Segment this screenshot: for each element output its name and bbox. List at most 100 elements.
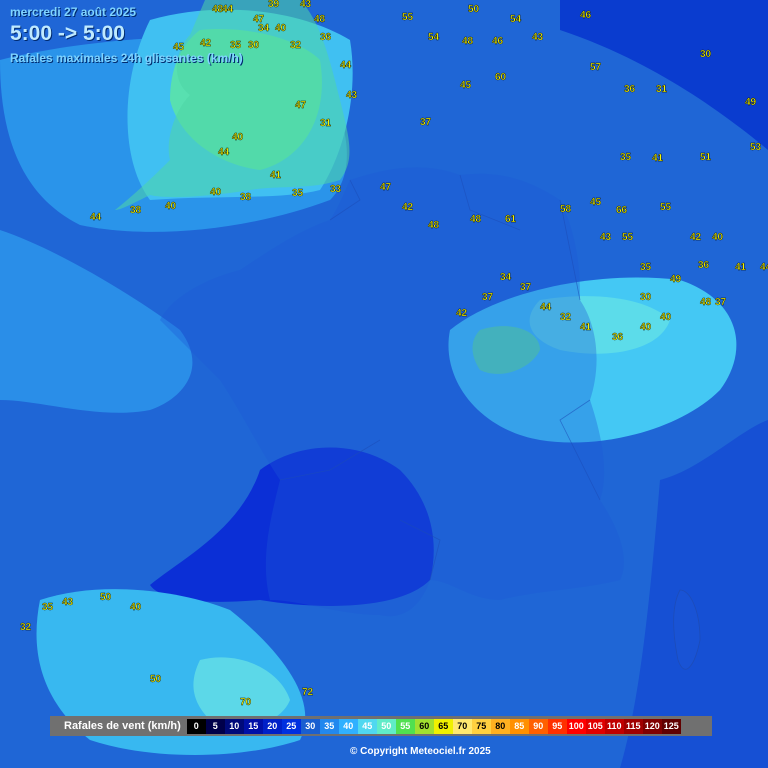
station-value: 49 [745,97,757,108]
station-value: 37 [420,117,432,128]
station-value: 55 [402,12,414,23]
station-value: 60 [495,72,507,83]
station-value: 48 [462,36,474,47]
station-value: 46 [580,10,592,21]
station-value: 48 [700,297,712,308]
legend-cell: 30 [300,718,320,734]
station-value: 42 [402,202,414,213]
legend-title: Rafales de vent (km/h) [64,720,181,732]
legend-cell: 20 [262,718,282,734]
station-value: 35 [42,602,54,613]
station-value: 44 [340,60,352,71]
legend-cell: 25 [281,718,301,734]
legend-cell: 125 [661,718,681,734]
station-value: 61 [505,214,517,225]
station-value: 51 [700,152,712,163]
station-value: 47 [380,182,392,193]
legend-cell: 105 [585,718,605,734]
legend-cell: 95 [547,718,567,734]
station-value: 40 [130,602,142,613]
station-value: 42 [200,38,212,49]
station-value: 43 [532,32,544,43]
station-value: 36 [698,260,710,271]
station-value: 40 [640,322,652,333]
station-value: 46 [492,36,504,47]
station-value: 58 [560,204,572,215]
station-value: 37 [715,297,727,308]
station-value: 38 [240,192,252,203]
station-value: 47 [295,100,307,111]
station-value: 42 [456,308,468,319]
station-value: 31 [320,118,332,129]
map-subtitle: Rafales maximales 24h glissantes (km/h) [10,51,243,65]
legend-cell: 100 [566,718,586,734]
legend-cell: 0 [186,718,206,734]
legend-cell: 115 [623,718,643,734]
station-value: 36 [320,32,332,43]
legend-cell: 120 [642,718,662,734]
map-date: mercredi 27 août 2025 [10,5,137,19]
station-value: 45 [590,197,602,208]
legend-cell: 10 [224,718,244,734]
station-value: 57 [590,62,602,73]
station-value: 49 [670,274,682,285]
station-value: 30 [640,292,652,303]
legend-cell: 60 [414,718,434,734]
map-time-range: 5:00 -> 5:00 [10,22,125,45]
station-value: 72 [302,687,314,698]
legend-cell: 90 [528,718,548,734]
station-value: 41 [580,322,592,333]
legend-cell: 5 [205,718,225,734]
station-value: 35 [640,262,652,273]
station-value: 35 [620,152,632,163]
station-value: 31 [656,84,668,95]
station-value: 66 [616,205,628,216]
station-value: 30 [700,49,712,60]
station-value: 41 [735,262,747,273]
station-value: 32 [290,40,302,51]
station-value: 40 [660,312,672,323]
legend-cell: 65 [433,718,453,734]
station-value: 50 [100,592,112,603]
station-value: 43 [346,90,358,101]
station-value: 50 [468,4,480,15]
station-value: 48 [470,214,482,225]
station-value: 34 [500,272,512,283]
station-value: 30 [248,40,260,51]
station-value: 32 [560,312,572,323]
legend-cell: 40 [338,718,358,734]
station-value: 41 [270,170,282,181]
station-value: 38 [130,205,142,216]
station-value: 37 [482,292,494,303]
station-value: 42 [690,232,702,243]
station-value: 35 [292,188,304,199]
station-value: 44 [540,302,552,313]
station-value: 55 [660,202,672,213]
station-value: 32 [20,622,32,633]
station-value: 43 [62,597,74,608]
station-value: 34 [258,23,270,34]
legend-cell: 45 [357,718,377,734]
station-value: 54 [428,32,440,43]
legend-bar: Rafales de vent (km/h) 0 5 10 15 20 25 30 35 40 4… [50,716,712,736]
legend-cell: 80 [490,718,510,734]
station-value: 37 [520,282,532,293]
legend-cell: 85 [509,718,529,734]
station-value: 70 [240,697,252,708]
station-value: 43 [600,232,612,243]
station-value: 40 [712,232,724,243]
copyright-text: © Copyright Meteociel.fr 2025 [350,746,491,757]
station-value: 53 [750,142,762,153]
legend-cell: 15 [243,718,263,734]
station-value: 40 [232,132,244,143]
station-value: 48 [428,220,440,231]
station-value: 36 [624,84,636,95]
station-value: 43 [300,0,312,10]
station-value: 41 [652,153,664,164]
legend-cells: 0 5 10 15 20 25 30 35 40 45 50 55 60 65 70 75 80 85 90 95 10… [186,718,681,734]
legend-cell: 110 [604,718,624,734]
station-value: 40 [275,23,287,34]
legend-cell: 35 [319,718,339,734]
station-value: 44 [760,262,768,273]
station-value: 44 [90,212,102,223]
